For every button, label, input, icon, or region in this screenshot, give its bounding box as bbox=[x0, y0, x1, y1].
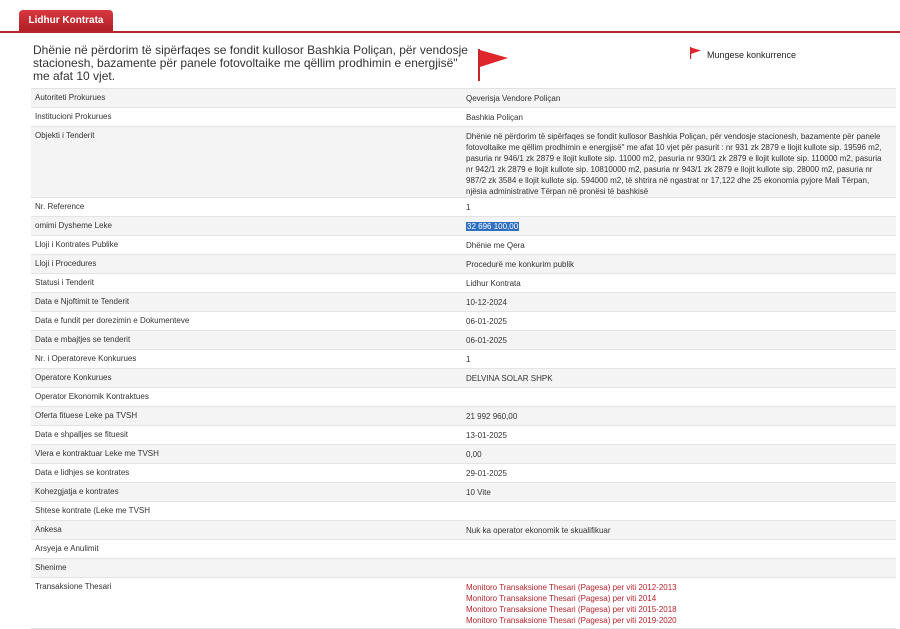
table-row: Vlera e kontraktuar Leke me TVSH 0,00 bbox=[31, 445, 896, 464]
row-label: Lloji i Procedures bbox=[35, 259, 97, 268]
row-label: Autoriteti Prokurues bbox=[35, 93, 106, 102]
mungese-konkurrence-label: Mungese konkurrence bbox=[707, 50, 797, 60]
table-row: Data e lidhjes se kontrates 29-01-2025 bbox=[31, 464, 896, 483]
row-value: 06-01-2025 bbox=[466, 336, 507, 345]
table-row: Oferta fituese Leke pa TVSH 21 992 960,00 bbox=[31, 407, 896, 426]
row-label: Kohezgjatja e kontrates bbox=[35, 487, 119, 496]
row-label: Oferta fituese Leke pa TVSH bbox=[35, 411, 138, 420]
table-row-thesari: Transaksione Thesari Monitoro Transaksion… bbox=[31, 578, 896, 629]
row-label: Institucioni Prokurues bbox=[35, 112, 112, 121]
row-label: Shenime bbox=[35, 563, 67, 572]
row-value bbox=[463, 502, 896, 520]
thesari-link[interactable]: Monitoro Transaksione Thesari (Pagesa) p… bbox=[466, 604, 882, 615]
row-value: Lidhur Kontrata bbox=[466, 279, 521, 288]
thesari-links: Monitoro Transaksione Thesari (Pagesa) p… bbox=[463, 578, 896, 628]
thesari-link[interactable]: Monitoro Transaksione Thesari (Pagesa) p… bbox=[466, 582, 882, 593]
table-row: Institucioni Prokurues Bashkia Poliçan bbox=[31, 108, 896, 127]
row-label: Operator Ekonomik Kontraktues bbox=[35, 392, 149, 401]
table-row: Data e mbajtjes se tenderit 06-01-2025 bbox=[31, 331, 896, 350]
thesari-link[interactable]: Monitoro Transaksione Thesari (Pagesa) p… bbox=[466, 593, 882, 604]
row-value: Dhënie me Qera bbox=[466, 241, 525, 250]
row-value: 06-01-2025 bbox=[466, 317, 507, 326]
red-flag-icon bbox=[690, 47, 701, 59]
selected-value[interactable]: 32 696 100,00 bbox=[466, 222, 520, 231]
page-title: Dhënie në përdorim të sipërfaqes se fond… bbox=[33, 43, 468, 83]
row-value bbox=[463, 559, 896, 577]
table-row: Operator Ekonomik Kontraktues bbox=[31, 388, 896, 407]
row-label: Nr. Reference bbox=[35, 202, 85, 211]
row-value: 0,00 bbox=[466, 450, 482, 459]
row-label: Shtese kontrate (Leke me TVSH bbox=[35, 506, 151, 515]
row-value: 1 bbox=[466, 355, 471, 364]
row-label: Lloji i Kontrates Publike bbox=[35, 240, 119, 249]
table-row: Data e Njoftimit te Tenderit 10-12-2024 bbox=[31, 293, 896, 312]
row-value: Bashkia Poliçan bbox=[466, 113, 523, 122]
table-row: Ankesa Nuk ka operator ekonomik te skuali… bbox=[31, 521, 896, 540]
row-value: 1 bbox=[466, 203, 471, 212]
table-row: Shenime bbox=[31, 559, 896, 578]
row-label: Data e lidhjes se kontrates bbox=[35, 468, 130, 477]
row-value: DELVINA SOLAR SHPK bbox=[466, 374, 553, 383]
row-label: Nr. i Operatoreve Konkurues bbox=[35, 354, 137, 363]
row-label: Data e shpalljes se fituesit bbox=[35, 430, 128, 439]
row-value: 32 696 100,00 bbox=[463, 217, 896, 235]
row-label: Objekti i Tenderit bbox=[35, 131, 95, 140]
row-value bbox=[463, 540, 896, 558]
row-label: Transaksione Thesari bbox=[35, 582, 112, 591]
row-value: 10 Vite bbox=[466, 488, 491, 497]
row-value: Nuk ka operator ekonomik te skualifikuar bbox=[466, 526, 611, 535]
table-row: Nr. Reference 1 bbox=[31, 198, 896, 217]
table-row: Data e shpalljes se fituesit 13-01-2025 bbox=[31, 426, 896, 445]
row-label: Operatore Konkurues bbox=[35, 373, 112, 382]
tender-details-table: Autoriteti Prokurues Qeverisja Vendore Po… bbox=[31, 88, 896, 629]
table-row: Statusi i Tenderit Lidhur Kontrata bbox=[31, 274, 896, 293]
row-value: Dhënie në përdorim të sipërfaqes se fond… bbox=[466, 132, 882, 196]
tab-lidhur-kontrata[interactable]: Lidhur Kontrata bbox=[19, 10, 113, 31]
red-flag-icon bbox=[478, 49, 508, 81]
row-value: 29-01-2025 bbox=[466, 469, 507, 478]
row-value: 13-01-2025 bbox=[466, 431, 507, 440]
row-value: 10-12-2024 bbox=[466, 298, 507, 307]
table-row: Autoriteti Prokurues Qeverisja Vendore Po… bbox=[31, 89, 896, 108]
thesari-link[interactable]: Monitoro Transaksione Thesari (Pagesa) p… bbox=[466, 615, 882, 626]
table-row: Kohezgjatja e kontrates 10 Vite bbox=[31, 483, 896, 502]
table-row: Data e fundit per dorezimin e Dokumentev… bbox=[31, 312, 896, 331]
row-label: Data e Njoftimit te Tenderit bbox=[35, 297, 130, 306]
row-value: Procedurë me konkurim publik bbox=[466, 260, 575, 269]
table-row: omimi Dysheme Leke 32 696 100,00 bbox=[31, 217, 896, 236]
row-value: Qeverisja Vendore Poliçan bbox=[466, 94, 561, 103]
table-row: Arsyeja e Anulimit bbox=[31, 540, 896, 559]
row-value: 21 992 960,00 bbox=[466, 412, 518, 421]
row-label: Arsyeja e Anulimit bbox=[35, 544, 99, 553]
table-row: Lloji i Kontrates Publike Dhënie me Qera bbox=[31, 236, 896, 255]
table-row: Operatore Konkurues DELVINA SOLAR SHPK bbox=[31, 369, 896, 388]
row-value bbox=[463, 388, 896, 406]
tab-bar: Lidhur Kontrata bbox=[0, 0, 900, 33]
table-row: Lloji i Procedures Procedurë me konkurim … bbox=[31, 255, 896, 274]
row-label: omimi Dysheme Leke bbox=[35, 221, 112, 230]
row-label: Data e mbajtjes se tenderit bbox=[35, 335, 131, 344]
row-label: Data e fundit per dorezimin e Dokumentev… bbox=[35, 316, 190, 325]
table-row: Shtese kontrate (Leke me TVSH bbox=[31, 502, 896, 521]
row-label: Vlera e kontraktuar Leke me TVSH bbox=[35, 449, 159, 458]
row-label: Ankesa bbox=[35, 525, 62, 534]
table-row: Nr. i Operatoreve Konkurues 1 bbox=[31, 350, 896, 369]
table-row: Objekti i Tenderit Dhënie në përdorim të … bbox=[31, 127, 896, 198]
row-label: Statusi i Tenderit bbox=[35, 278, 94, 287]
